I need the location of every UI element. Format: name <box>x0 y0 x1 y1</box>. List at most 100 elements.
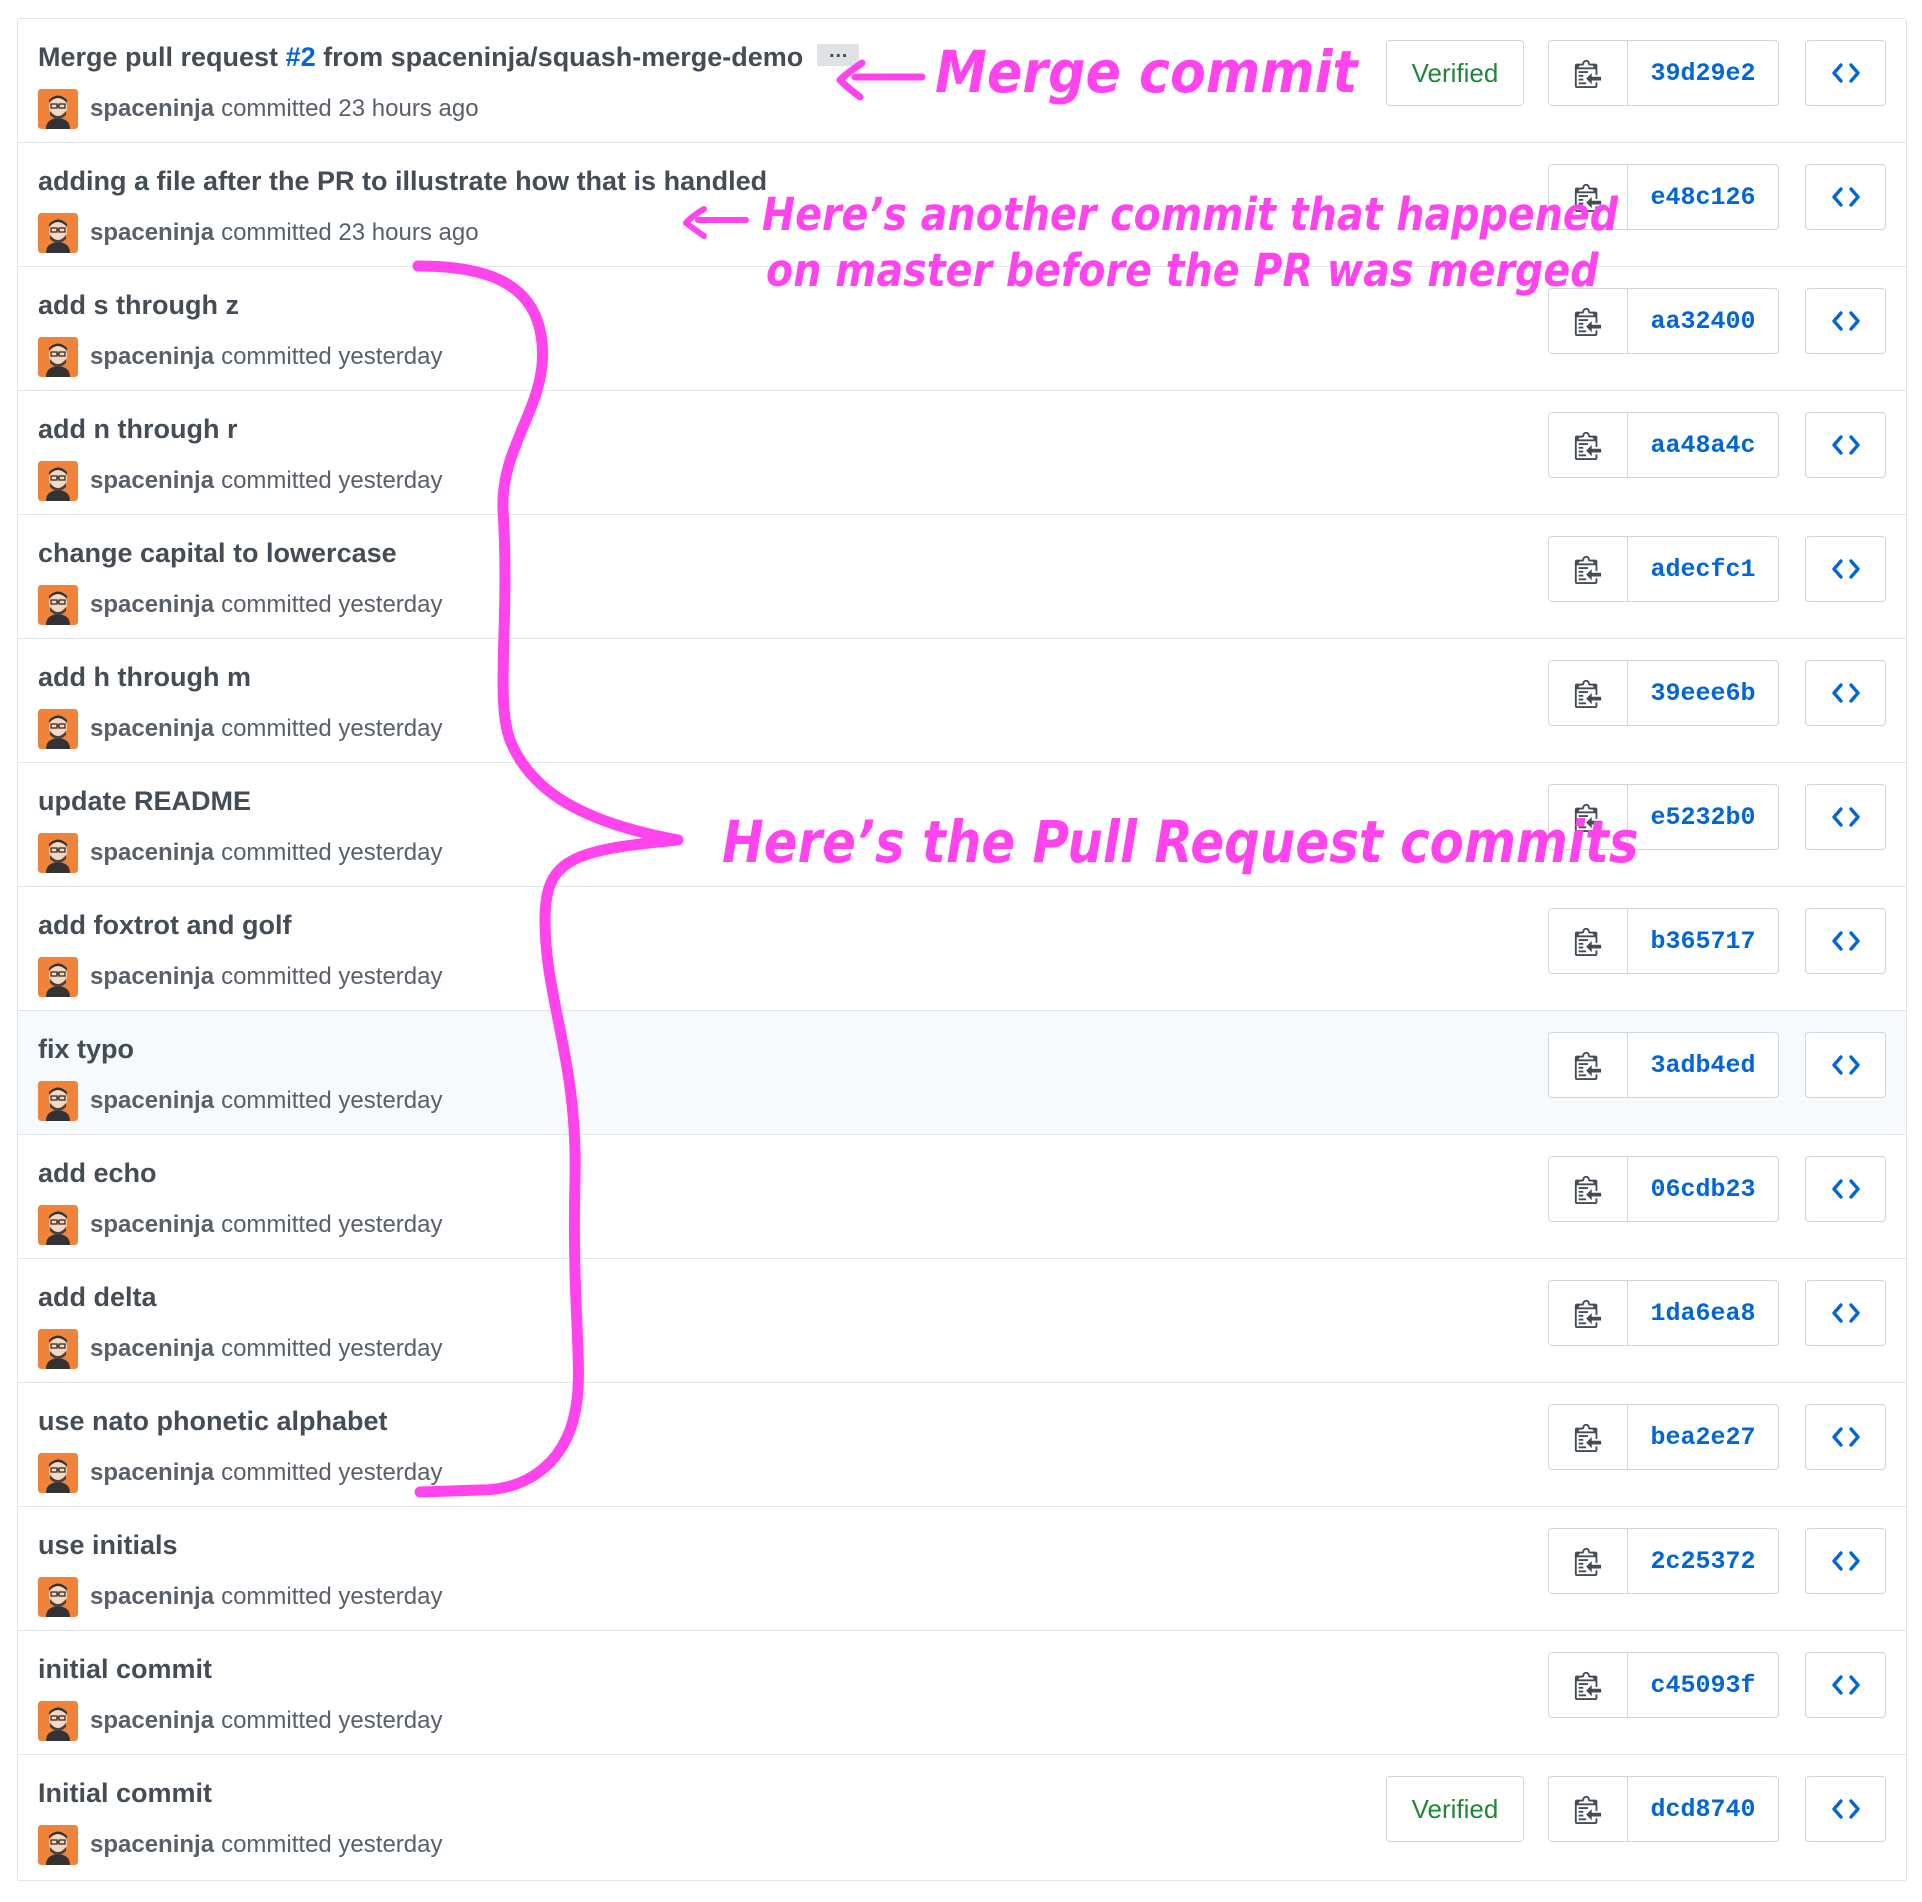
user-avatar[interactable] <box>38 1205 78 1245</box>
author-link[interactable]: spaceninja <box>90 1583 214 1611</box>
author-link[interactable]: spaceninja <box>90 219 214 247</box>
commit-title[interactable]: Merge pull request #2 from spaceninja/sq… <box>38 41 860 73</box>
browse-repo-button[interactable] <box>1805 412 1886 478</box>
user-avatar[interactable] <box>38 213 78 253</box>
commit-title[interactable]: add echo <box>38 1158 157 1189</box>
user-avatar[interactable] <box>38 89 78 129</box>
browse-repo-button[interactable] <box>1805 1404 1886 1470</box>
commit-message[interactable]: Merge pull request <box>38 42 286 72</box>
commit-sha-link[interactable]: 1da6ea8 <box>1628 1281 1778 1345</box>
commit-sha-link[interactable]: aa48a4c <box>1628 413 1778 477</box>
author-link[interactable]: spaceninja <box>90 1831 214 1859</box>
verified-badge[interactable]: Verified <box>1386 1776 1524 1842</box>
commit-title[interactable]: change capital to lowercase <box>38 538 397 569</box>
commit-title[interactable]: fix typo <box>38 1034 134 1065</box>
browse-repo-button[interactable] <box>1805 908 1886 974</box>
copy-sha-button[interactable] <box>1549 909 1628 973</box>
commit-sha-link[interactable]: 39eee6b <box>1628 661 1778 725</box>
user-avatar[interactable] <box>38 1081 78 1121</box>
browse-repo-button[interactable] <box>1805 1280 1886 1346</box>
user-avatar[interactable] <box>38 1329 78 1369</box>
user-avatar[interactable] <box>38 585 78 625</box>
copy-sha-button[interactable] <box>1549 289 1628 353</box>
user-avatar[interactable] <box>38 337 78 377</box>
copy-sha-button[interactable] <box>1549 537 1628 601</box>
user-avatar[interactable] <box>38 461 78 501</box>
commit-row[interactable]: initial commit spaceninja committed yeste… <box>18 1631 1906 1755</box>
commit-row[interactable]: change capital to lowercase spaceninja co… <box>18 515 1906 639</box>
copy-sha-button[interactable] <box>1549 1405 1628 1469</box>
commit-title[interactable]: add delta <box>38 1282 157 1313</box>
commit-title[interactable]: add s through z <box>38 290 239 321</box>
commit-sha-link[interactable]: adecfc1 <box>1628 537 1778 601</box>
commit-sha-link[interactable]: aa32400 <box>1628 289 1778 353</box>
author-link[interactable]: spaceninja <box>90 343 214 371</box>
author-link[interactable]: spaceninja <box>90 1707 214 1735</box>
copy-sha-button[interactable] <box>1549 1777 1628 1841</box>
user-avatar[interactable] <box>38 1701 78 1741</box>
copy-sha-button[interactable] <box>1549 413 1628 477</box>
commit-sha-link[interactable]: 06cdb23 <box>1628 1157 1778 1221</box>
user-avatar[interactable] <box>38 957 78 997</box>
copy-sha-button[interactable] <box>1549 1033 1628 1097</box>
author-link[interactable]: spaceninja <box>90 1459 214 1487</box>
commit-row[interactable]: add delta spaceninja committed yesterday … <box>18 1259 1906 1383</box>
commit-message-suffix[interactable]: from spaceninja/squash-merge-demo <box>316 42 803 72</box>
commit-sha-link[interactable]: c45093f <box>1628 1653 1778 1717</box>
commit-title[interactable]: add foxtrot and golf <box>38 910 291 941</box>
browse-repo-button[interactable] <box>1805 660 1886 726</box>
copy-sha-button[interactable] <box>1549 1281 1628 1345</box>
browse-repo-button[interactable] <box>1805 1032 1886 1098</box>
commit-row[interactable]: add h through m spaceninja committed yest… <box>18 639 1906 763</box>
copy-sha-button[interactable] <box>1549 661 1628 725</box>
commit-sha-link[interactable]: e5232b0 <box>1628 785 1778 849</box>
commit-sha-link[interactable]: b365717 <box>1628 909 1778 973</box>
author-link[interactable]: spaceninja <box>90 715 214 743</box>
browse-repo-button[interactable] <box>1805 288 1886 354</box>
browse-repo-button[interactable] <box>1805 40 1886 106</box>
user-avatar[interactable] <box>38 1825 78 1865</box>
author-link[interactable]: spaceninja <box>90 963 214 991</box>
author-link[interactable]: spaceninja <box>90 95 214 123</box>
copy-sha-button[interactable] <box>1549 1653 1628 1717</box>
user-avatar[interactable] <box>38 1453 78 1493</box>
user-avatar[interactable] <box>38 709 78 749</box>
browse-repo-button[interactable] <box>1805 1156 1886 1222</box>
commit-title[interactable]: update README <box>38 786 251 817</box>
pull-request-link[interactable]: #2 <box>286 42 316 72</box>
commit-row[interactable]: Initial commit spaceninja committed yeste… <box>18 1755 1906 1880</box>
verified-badge[interactable]: Verified <box>1386 40 1524 106</box>
author-link[interactable]: spaceninja <box>90 1335 214 1363</box>
commit-sha-link[interactable]: 39d29e2 <box>1628 41 1778 105</box>
commit-row[interactable]: add foxtrot and golf spaceninja committed… <box>18 887 1906 1011</box>
author-link[interactable]: spaceninja <box>90 1087 214 1115</box>
commit-title[interactable]: use nato phonetic alphabet <box>38 1406 388 1437</box>
commit-row[interactable]: use initials spaceninja committed yesterd… <box>18 1507 1906 1631</box>
browse-repo-button[interactable] <box>1805 164 1886 230</box>
browse-repo-button[interactable] <box>1805 1528 1886 1594</box>
author-link[interactable]: spaceninja <box>90 1211 214 1239</box>
commit-sha-link[interactable]: 3adb4ed <box>1628 1033 1778 1097</box>
browse-repo-button[interactable] <box>1805 1652 1886 1718</box>
expand-message-button[interactable]: … <box>817 41 860 66</box>
commit-row[interactable]: add echo spaceninja committed yesterday 0… <box>18 1135 1906 1259</box>
commit-sha-link[interactable]: bea2e27 <box>1628 1405 1778 1469</box>
author-link[interactable]: spaceninja <box>90 467 214 495</box>
commit-sha-link[interactable]: dcd8740 <box>1628 1777 1778 1841</box>
commit-title[interactable]: use initials <box>38 1530 178 1561</box>
copy-sha-button[interactable] <box>1549 1157 1628 1221</box>
user-avatar[interactable] <box>38 1577 78 1617</box>
copy-sha-button[interactable] <box>1549 41 1628 105</box>
commit-title[interactable]: add n through r <box>38 414 237 445</box>
browse-repo-button[interactable] <box>1805 1776 1886 1842</box>
commit-sha-link[interactable]: e48c126 <box>1628 165 1778 229</box>
commit-title[interactable]: add h through m <box>38 662 251 693</box>
commit-title[interactable]: initial commit <box>38 1654 212 1685</box>
commit-row[interactable]: use nato phonetic alphabet spaceninja com… <box>18 1383 1906 1507</box>
browse-repo-button[interactable] <box>1805 784 1886 850</box>
commit-row[interactable]: add n through r spaceninja committed yest… <box>18 391 1906 515</box>
author-link[interactable]: spaceninja <box>90 591 214 619</box>
commit-sha-link[interactable]: 2c25372 <box>1628 1529 1778 1593</box>
author-link[interactable]: spaceninja <box>90 839 214 867</box>
commit-title[interactable]: adding a file after the PR to illustrate… <box>38 166 767 197</box>
